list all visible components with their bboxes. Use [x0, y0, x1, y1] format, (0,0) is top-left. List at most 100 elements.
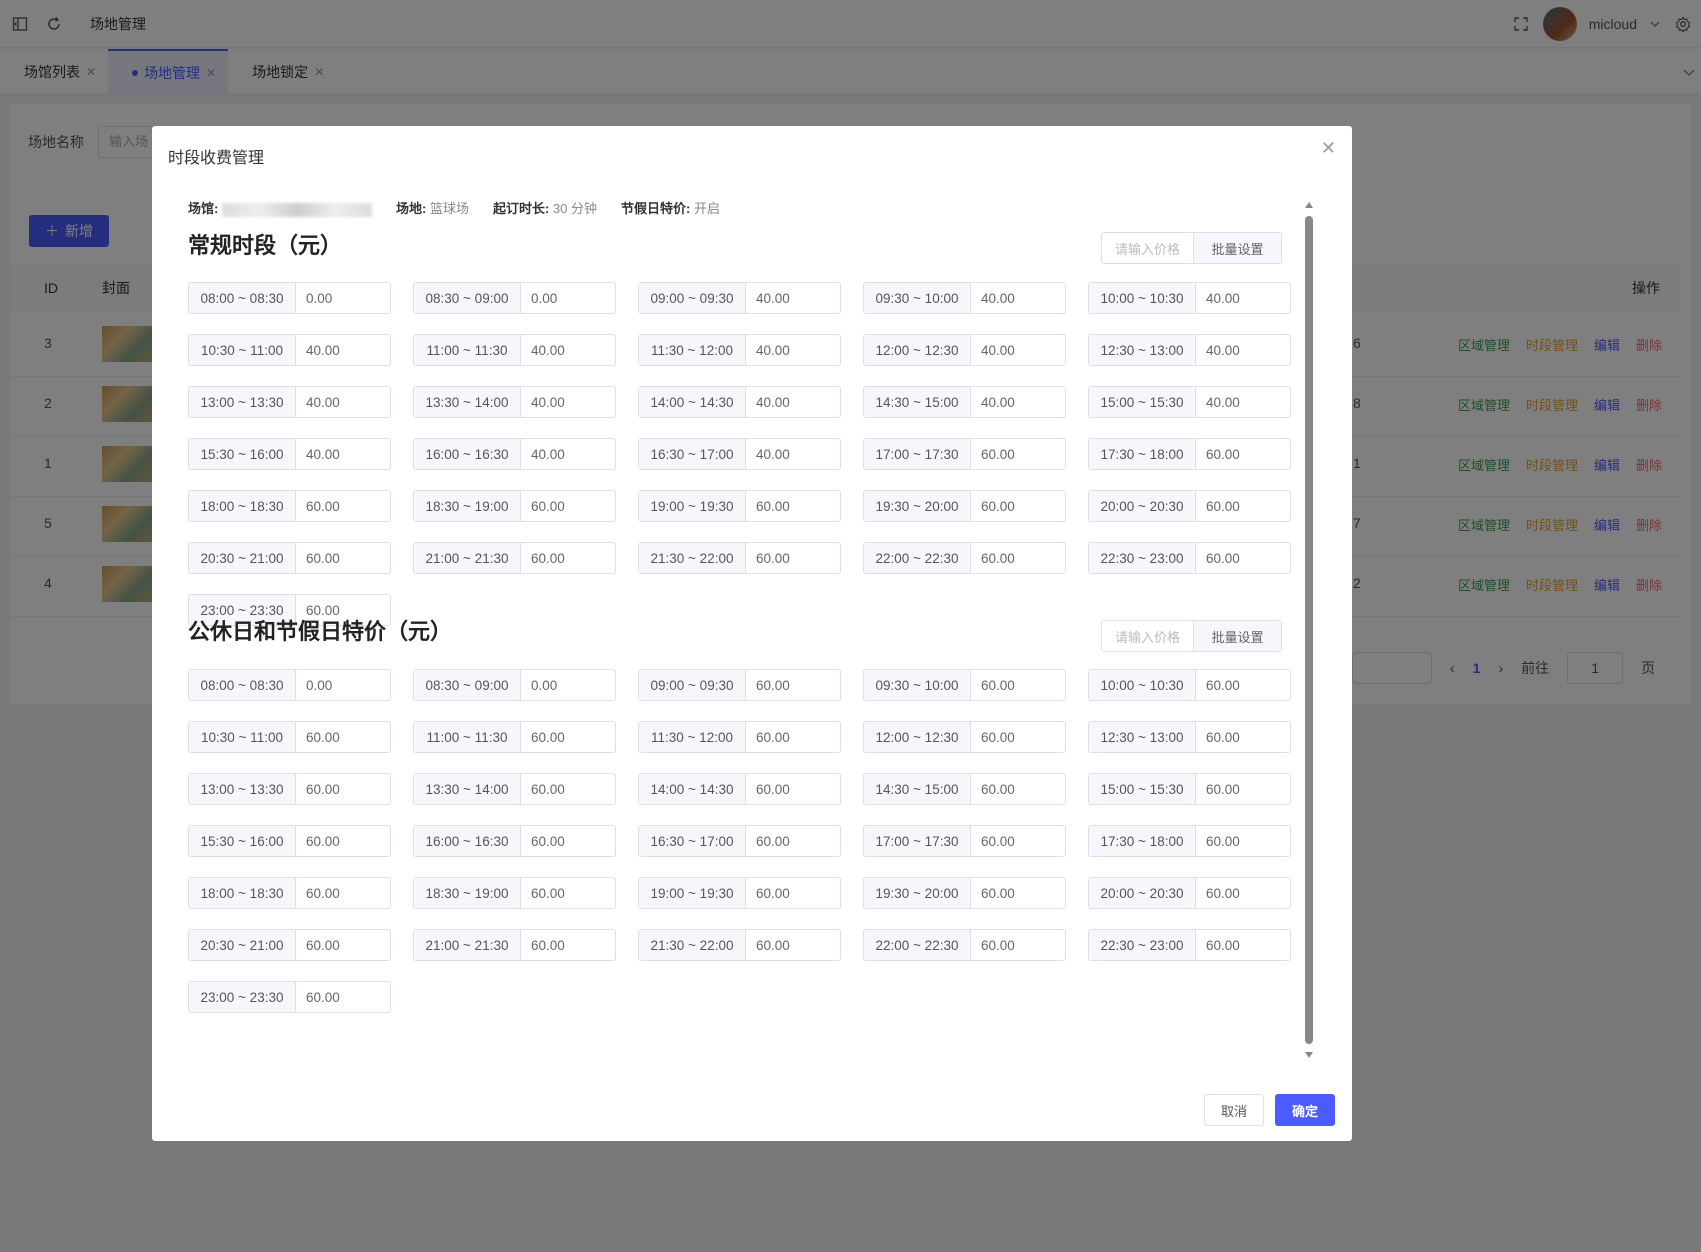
price-input[interactable]: 40.00 — [1196, 283, 1290, 313]
price-input[interactable]: 60.00 — [296, 774, 390, 804]
price-input[interactable]: 60.00 — [521, 491, 615, 521]
scroll-up-icon[interactable] — [1305, 202, 1313, 208]
price-input[interactable]: 40.00 — [1196, 335, 1290, 365]
time-slot-price-field: 22:30 ~ 23:00 60.00 — [1088, 929, 1291, 961]
price-input[interactable]: 60.00 — [746, 722, 840, 752]
time-slot-label: 14:00 ~ 14:30 — [639, 387, 746, 417]
time-slot-price-field: 14:00 ~ 14:30 60.00 — [638, 773, 841, 805]
price-input[interactable]: 60.00 — [521, 930, 615, 960]
price-input[interactable]: 60.00 — [521, 826, 615, 856]
price-input[interactable]: 0.00 — [296, 670, 390, 700]
price-input[interactable]: 60.00 — [1196, 439, 1290, 469]
time-slot-label: 11:30 ~ 12:00 — [639, 722, 746, 752]
regular-batch-set-button[interactable]: 批量设置 — [1194, 233, 1281, 263]
price-input[interactable]: 40.00 — [1196, 387, 1290, 417]
time-slot-price-field: 09:30 ~ 10:00 40.00 — [863, 282, 1066, 314]
price-input[interactable]: 40.00 — [971, 283, 1065, 313]
price-input[interactable]: 40.00 — [746, 387, 840, 417]
price-input[interactable]: 60.00 — [296, 930, 390, 960]
time-slot-price-field: 18:00 ~ 18:30 60.00 — [188, 877, 391, 909]
price-input[interactable]: 60.00 — [746, 774, 840, 804]
price-input[interactable]: 0.00 — [521, 283, 615, 313]
price-input[interactable]: 60.00 — [1196, 543, 1290, 573]
time-slot-price-field: 10:30 ~ 11:00 60.00 — [188, 721, 391, 753]
time-slot-label: 17:00 ~ 17:30 — [864, 439, 971, 469]
price-input[interactable]: 60.00 — [296, 878, 390, 908]
time-slot-price-field: 19:00 ~ 19:30 60.00 — [638, 490, 841, 522]
price-input[interactable]: 40.00 — [296, 439, 390, 469]
regular-batch-price-input[interactable]: 请输入价格 — [1102, 233, 1194, 263]
price-input[interactable]: 60.00 — [296, 543, 390, 573]
site-info-item: 场地: 篮球场 — [395, 201, 469, 216]
price-input[interactable]: 60.00 — [746, 826, 840, 856]
price-input[interactable]: 60.00 — [746, 670, 840, 700]
time-slot-label: 08:30 ~ 09:00 — [414, 670, 521, 700]
time-slot-price-field: 11:30 ~ 12:00 60.00 — [638, 721, 841, 753]
price-input[interactable]: 60.00 — [971, 774, 1065, 804]
price-input[interactable]: 0.00 — [296, 283, 390, 313]
price-input[interactable]: 40.00 — [746, 335, 840, 365]
price-input[interactable]: 40.00 — [521, 387, 615, 417]
price-input[interactable]: 60.00 — [1196, 826, 1290, 856]
time-slot-label: 21:30 ~ 22:00 — [639, 543, 746, 573]
price-input[interactable]: 60.00 — [971, 878, 1065, 908]
price-input[interactable]: 40.00 — [746, 439, 840, 469]
price-input[interactable]: 60.00 — [971, 543, 1065, 573]
price-input[interactable]: 60.00 — [1196, 491, 1290, 521]
price-input[interactable]: 40.00 — [521, 335, 615, 365]
time-slot-price-field: 15:00 ~ 15:30 60.00 — [1088, 773, 1291, 805]
price-input[interactable]: 60.00 — [971, 826, 1065, 856]
confirm-button[interactable]: 确定 — [1275, 1094, 1335, 1126]
time-slot-label: 14:00 ~ 14:30 — [639, 774, 746, 804]
price-input[interactable]: 60.00 — [746, 878, 840, 908]
price-input[interactable]: 60.00 — [1196, 670, 1290, 700]
time-slot-price-field: 17:00 ~ 17:30 60.00 — [863, 825, 1066, 857]
price-input[interactable]: 60.00 — [1196, 878, 1290, 908]
price-input[interactable]: 60.00 — [521, 878, 615, 908]
time-slot-price-field: 08:00 ~ 08:30 0.00 — [188, 282, 391, 314]
price-input[interactable]: 60.00 — [296, 826, 390, 856]
time-slot-price-field: 19:00 ~ 19:30 60.00 — [638, 877, 841, 909]
price-input[interactable]: 60.00 — [1196, 930, 1290, 960]
price-input[interactable]: 0.00 — [521, 670, 615, 700]
price-input[interactable]: 60.00 — [296, 982, 390, 1012]
price-input[interactable]: 60.00 — [971, 439, 1065, 469]
price-input[interactable]: 60.00 — [746, 491, 840, 521]
price-input[interactable]: 40.00 — [746, 283, 840, 313]
price-input[interactable]: 60.00 — [521, 722, 615, 752]
price-input[interactable]: 40.00 — [296, 335, 390, 365]
redacted-venue-name — [221, 202, 372, 217]
price-input[interactable]: 60.00 — [1196, 722, 1290, 752]
price-input[interactable]: 40.00 — [521, 439, 615, 469]
price-input[interactable]: 60.00 — [296, 491, 390, 521]
price-input[interactable]: 60.00 — [521, 774, 615, 804]
dialog-scrollbar[interactable] — [1304, 202, 1314, 1058]
time-slot-label: 09:00 ~ 09:30 — [639, 670, 746, 700]
price-input[interactable]: 60.00 — [746, 930, 840, 960]
time-slot-price-field: 09:30 ~ 10:00 60.00 — [863, 669, 1066, 701]
price-input[interactable]: 60.00 — [971, 670, 1065, 700]
price-input[interactable]: 60.00 — [971, 722, 1065, 752]
close-icon[interactable]: ✕ — [1321, 138, 1336, 159]
time-slot-price-field: 19:30 ~ 20:00 60.00 — [863, 877, 1066, 909]
price-input[interactable]: 60.00 — [971, 930, 1065, 960]
price-input[interactable]: 60.00 — [1196, 774, 1290, 804]
holiday-batch-price-input[interactable]: 请输入价格 — [1102, 621, 1194, 651]
holiday-batch-set-button[interactable]: 批量设置 — [1194, 621, 1281, 651]
price-input[interactable]: 60.00 — [746, 543, 840, 573]
time-slot-label: 08:30 ~ 09:00 — [414, 283, 521, 313]
scroll-down-icon[interactable] — [1305, 1052, 1313, 1058]
time-slot-price-field: 11:00 ~ 11:30 40.00 — [413, 334, 616, 366]
time-slot-price-field: 19:30 ~ 20:00 60.00 — [863, 490, 1066, 522]
scroll-thumb[interactable] — [1305, 216, 1313, 1044]
price-input[interactable]: 60.00 — [296, 722, 390, 752]
price-input[interactable]: 40.00 — [971, 387, 1065, 417]
price-input[interactable]: 60.00 — [521, 543, 615, 573]
price-input[interactable]: 40.00 — [296, 387, 390, 417]
cancel-button[interactable]: 取消 — [1204, 1094, 1264, 1126]
price-input[interactable]: 40.00 — [971, 335, 1065, 365]
price-input[interactable]: 60.00 — [971, 491, 1065, 521]
time-slot-price-field: 18:30 ~ 19:00 60.00 — [413, 490, 616, 522]
time-slot-price-field: 21:00 ~ 21:30 60.00 — [413, 542, 616, 574]
time-slot-label: 16:30 ~ 17:00 — [639, 439, 746, 469]
